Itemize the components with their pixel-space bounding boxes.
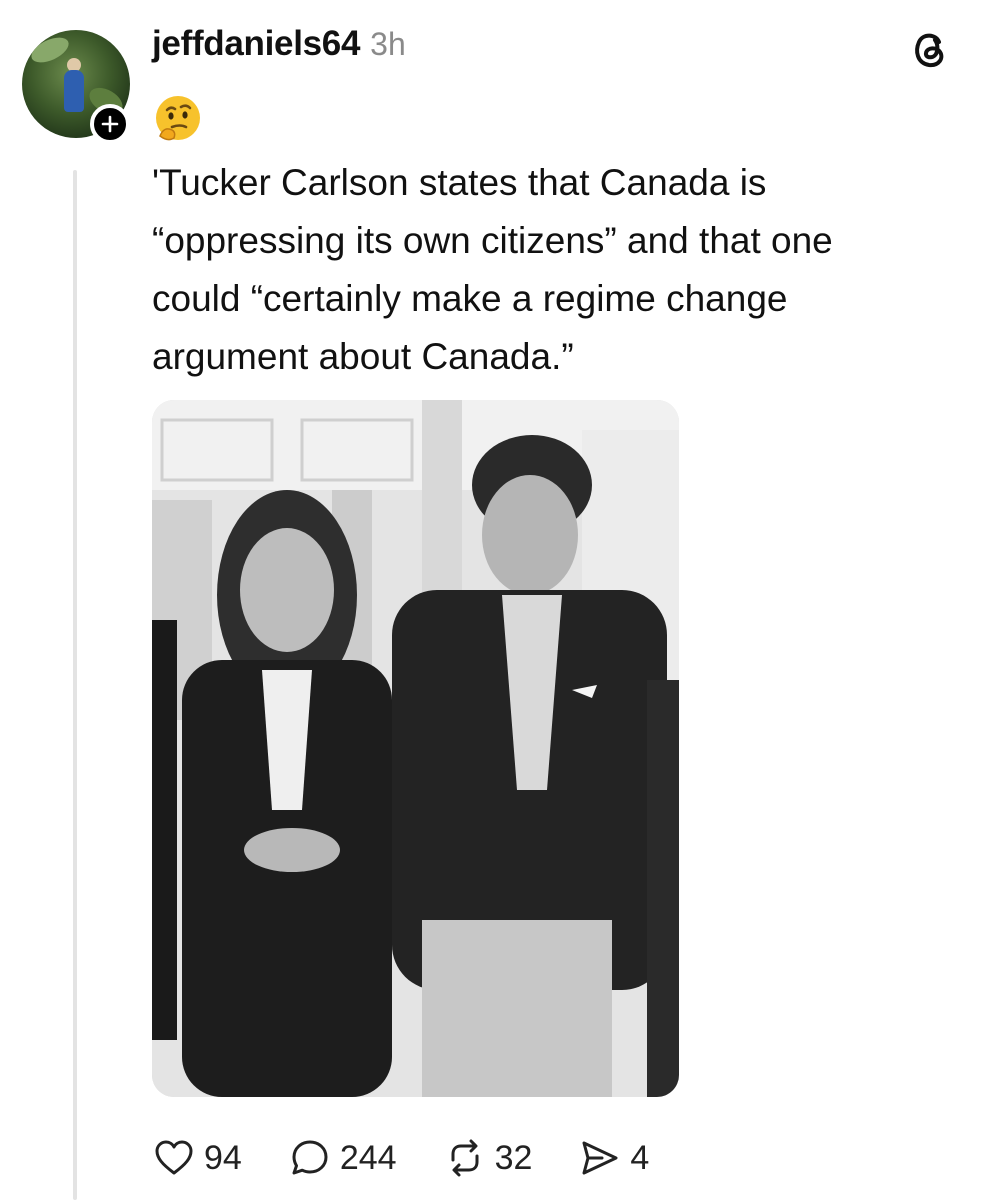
- repost-button[interactable]: 32: [443, 1136, 533, 1180]
- comment-icon: [292, 1140, 328, 1175]
- repost-count: 32: [494, 1138, 533, 1177]
- repost-icon: [451, 1139, 479, 1177]
- heart-icon: [155, 1140, 193, 1175]
- thinking-emoji: [152, 92, 204, 144]
- like-button[interactable]: 94: [152, 1136, 242, 1180]
- reply-count: 244: [339, 1138, 397, 1177]
- share-count: 4: [630, 1138, 650, 1177]
- post-header: jeffdaniels64 3h: [152, 24, 406, 64]
- share-button[interactable]: 4: [578, 1136, 649, 1180]
- send-icon: [582, 1141, 618, 1175]
- post-actions: 94 244 32 4: [152, 1132, 695, 1184]
- post-text: 'Tucker Carlson states that Canada is “o…: [152, 162, 833, 377]
- username[interactable]: jeffdaniels64: [152, 24, 360, 64]
- like-count: 94: [204, 1138, 242, 1177]
- post-time: 3h: [370, 26, 406, 62]
- threads-logo-icon[interactable]: [909, 28, 951, 72]
- plus-icon: [101, 115, 119, 133]
- reply-button[interactable]: 244: [288, 1136, 397, 1180]
- thread-line: [73, 170, 77, 1200]
- post-photo[interactable]: [152, 400, 679, 1097]
- follow-button[interactable]: [90, 104, 130, 144]
